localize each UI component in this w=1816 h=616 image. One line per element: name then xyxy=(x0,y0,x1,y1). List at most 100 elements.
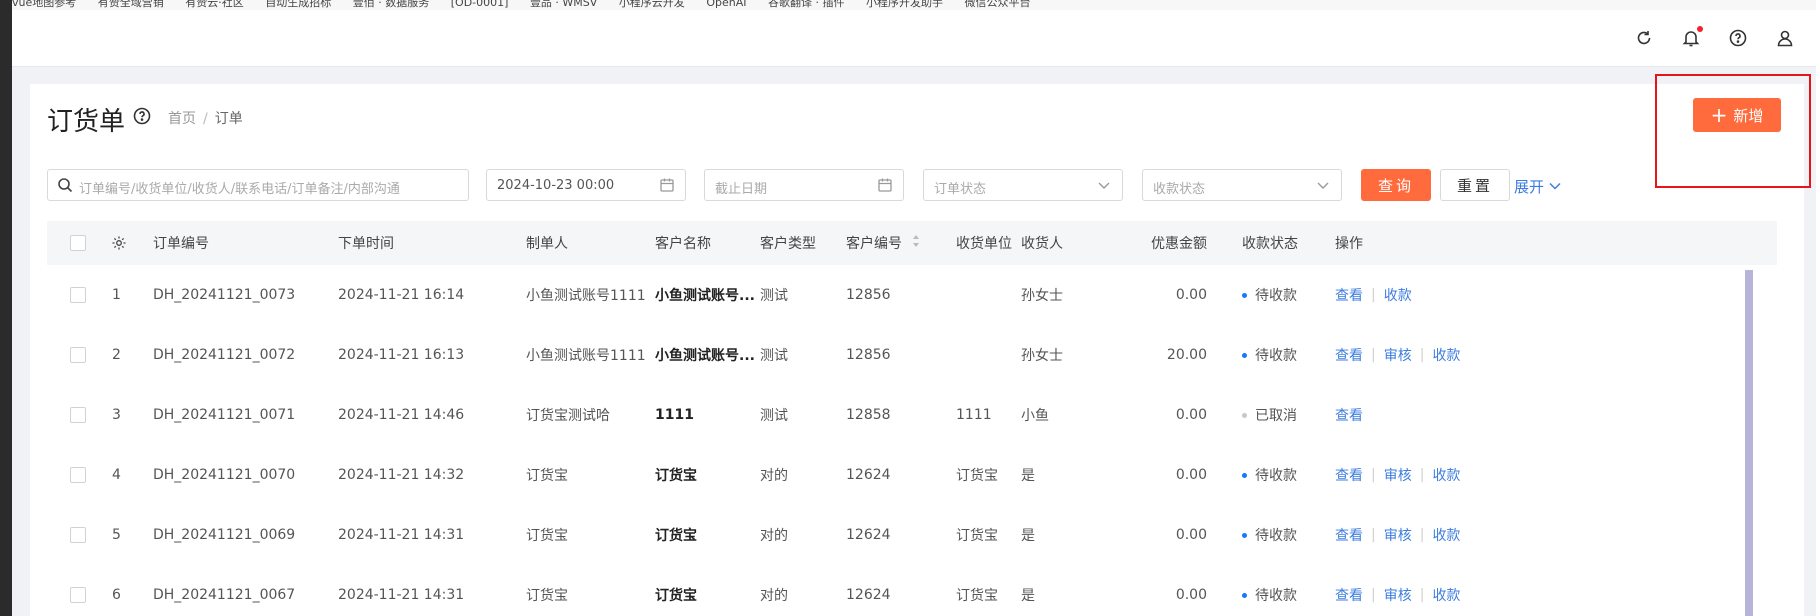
reset-button[interactable]: 重置 xyxy=(1440,169,1510,201)
creator: 订货宝 xyxy=(526,588,568,604)
start-date-picker[interactable]: 2024-10-23 00:00 xyxy=(486,169,686,201)
creator: 订货宝 xyxy=(526,528,568,544)
action-link[interactable]: 审核 xyxy=(1384,465,1412,485)
action-link[interactable]: 查看 xyxy=(1335,285,1363,305)
bookmark[interactable]: 谷歌翻译 · 插件 xyxy=(768,0,845,8)
table-row[interactable]: 2 DH_20241121_0072 2024-11-21 16:13 小鱼测试账号1… xyxy=(47,325,1777,386)
bell-icon[interactable] xyxy=(1681,26,1703,48)
refresh-icon[interactable] xyxy=(1634,28,1654,48)
column-header-sortable[interactable]: 客户编号 xyxy=(846,221,920,265)
customer-name: 小鱼测试账号... xyxy=(655,288,755,304)
action-link[interactable]: 收款 xyxy=(1432,465,1460,485)
page-title: 订货单 xyxy=(47,107,126,137)
customer-number: 12624 xyxy=(846,467,891,483)
row-checkbox[interactable] xyxy=(70,565,86,616)
select-all-checkbox[interactable] xyxy=(70,221,86,265)
expand-filters-button[interactable]: 展开 xyxy=(1514,176,1562,197)
action-link[interactable]: 收款 xyxy=(1384,285,1412,305)
column-header-label: 客户编号 xyxy=(846,236,902,252)
order-time: 2024-11-21 16:14 xyxy=(338,287,465,303)
table-row[interactable]: 3 DH_20241121_0071 2024-11-21 14:46 订货宝测试哈 1… xyxy=(47,385,1777,446)
breadcrumb-home[interactable]: 首页 xyxy=(168,111,196,127)
receiving-unit: 1111 xyxy=(956,407,992,423)
order-number: DH_20241121_0070 xyxy=(153,467,296,483)
bookmark[interactable]: 壹品 · WMSV xyxy=(530,0,597,8)
row-checkbox[interactable] xyxy=(70,385,86,445)
column-header: 下单时间 xyxy=(338,236,394,252)
receiver: 是 xyxy=(1021,588,1035,604)
bookmark[interactable]: 有赞全域营销 xyxy=(98,0,164,8)
creator: 小鱼测试账号1111 xyxy=(526,348,646,364)
bookmark[interactable]: 小程序云开发 xyxy=(619,0,685,8)
question-icon[interactable] xyxy=(132,106,152,126)
bookmark[interactable]: OpenAI xyxy=(706,0,746,8)
action-link[interactable]: 查看 xyxy=(1335,405,1363,425)
row-checkbox[interactable] xyxy=(70,505,86,565)
row-checkbox[interactable] xyxy=(70,265,86,325)
table-row[interactable]: 1 DH_20241121_0073 2024-11-21 16:14 小鱼测试账号1… xyxy=(47,265,1777,326)
customer-number: 12624 xyxy=(846,587,891,603)
order-status-select[interactable]: 订单状态 xyxy=(923,169,1123,201)
action-link[interactable]: 审核 xyxy=(1384,525,1412,545)
action-separator: | xyxy=(1371,287,1376,303)
action-link[interactable]: 收款 xyxy=(1432,345,1460,365)
receiving-unit: 订货宝 xyxy=(956,588,998,604)
status-text: 待收款 xyxy=(1255,528,1297,544)
table-row[interactable]: 6 DH_20241121_0067 2024-11-21 14:31 订货宝 订货宝 对… xyxy=(47,565,1777,616)
row-actions: 查看 | 收款 xyxy=(1335,265,1412,325)
order-time: 2024-11-21 16:13 xyxy=(338,347,465,363)
row-index: 2 xyxy=(112,347,121,363)
customer-name: 订货宝 xyxy=(655,528,697,544)
user-icon[interactable] xyxy=(1775,28,1795,48)
column-settings-icon[interactable] xyxy=(111,221,127,265)
bookmark[interactable]: 微信公众平台 xyxy=(964,0,1030,8)
discount-amount: 0.00 xyxy=(1175,287,1207,303)
action-link[interactable]: 收款 xyxy=(1432,525,1460,545)
status-text: 待收款 xyxy=(1255,348,1297,364)
start-date-value: 2024-10-23 00:00 xyxy=(497,178,615,193)
customer-number: 12856 xyxy=(846,347,891,363)
column-header: 收货单位 xyxy=(956,236,1012,252)
column-header: 操作 xyxy=(1335,236,1363,252)
action-separator: | xyxy=(1419,587,1425,603)
bookmark[interactable]: 小程序开发助手 xyxy=(866,0,943,8)
calendar-icon xyxy=(659,177,675,193)
bookmark[interactable]: 自动生成招标 xyxy=(265,0,331,8)
search-placeholder: 订单编号/收货单位/收货人/联系电话/订单备注/内部沟通 xyxy=(79,182,400,197)
bookmark[interactable]: 壹佰 · 数据服务 xyxy=(353,0,430,8)
window-edge xyxy=(0,0,12,616)
action-link[interactable]: 查看 xyxy=(1335,525,1363,545)
row-index: 3 xyxy=(112,407,121,423)
receiver: 小鱼 xyxy=(1021,408,1049,424)
status-text: 待收款 xyxy=(1255,468,1297,484)
row-actions: 查看 xyxy=(1335,385,1363,445)
bookmark[interactable]: 有赞云·社区 xyxy=(185,0,244,8)
bookmark[interactable]: vue地图参考 xyxy=(12,0,76,8)
row-checkbox[interactable] xyxy=(70,445,86,505)
action-link[interactable]: 收款 xyxy=(1432,585,1460,605)
status-text: 待收款 xyxy=(1255,288,1297,304)
action-link[interactable]: 查看 xyxy=(1335,585,1363,605)
bookmark[interactable]: [OD-0001] xyxy=(451,0,509,8)
annotation-highlight xyxy=(1655,74,1811,188)
column-header: 制单人 xyxy=(526,236,568,252)
search-input[interactable]: 订单编号/收货单位/收货人/联系电话/订单备注/内部沟通 xyxy=(47,169,469,201)
action-link[interactable]: 查看 xyxy=(1335,465,1363,485)
column-header: 优惠金额 xyxy=(1151,236,1207,252)
column-header: 客户名称 xyxy=(655,236,711,252)
payment-status-select[interactable]: 收款状态 xyxy=(1142,169,1342,201)
action-link[interactable]: 查看 xyxy=(1335,345,1363,365)
help-icon[interactable] xyxy=(1728,28,1748,48)
action-link[interactable]: 审核 xyxy=(1384,345,1412,365)
discount-amount: 20.00 xyxy=(1166,347,1207,363)
action-link[interactable]: 审核 xyxy=(1384,585,1412,605)
scrollbar[interactable] xyxy=(1745,270,1753,616)
customer-number: 12624 xyxy=(846,527,891,543)
chevron-down-icon xyxy=(1096,177,1112,193)
query-button[interactable]: 查询 xyxy=(1361,169,1431,201)
table-row[interactable]: 4 DH_20241121_0070 2024-11-21 14:32 订货宝 订货宝 对… xyxy=(47,445,1777,506)
row-checkbox[interactable] xyxy=(70,325,86,385)
table-row[interactable]: 5 DH_20241121_0069 2024-11-21 14:31 订货宝 订货宝 对… xyxy=(47,505,1777,566)
orders-table: 订单编号 下单时间 制单人 客户名称 客户类型 客户编号 收货单位 收货人 优惠… xyxy=(47,221,1777,616)
end-date-picker[interactable]: 截止日期 xyxy=(704,169,904,201)
